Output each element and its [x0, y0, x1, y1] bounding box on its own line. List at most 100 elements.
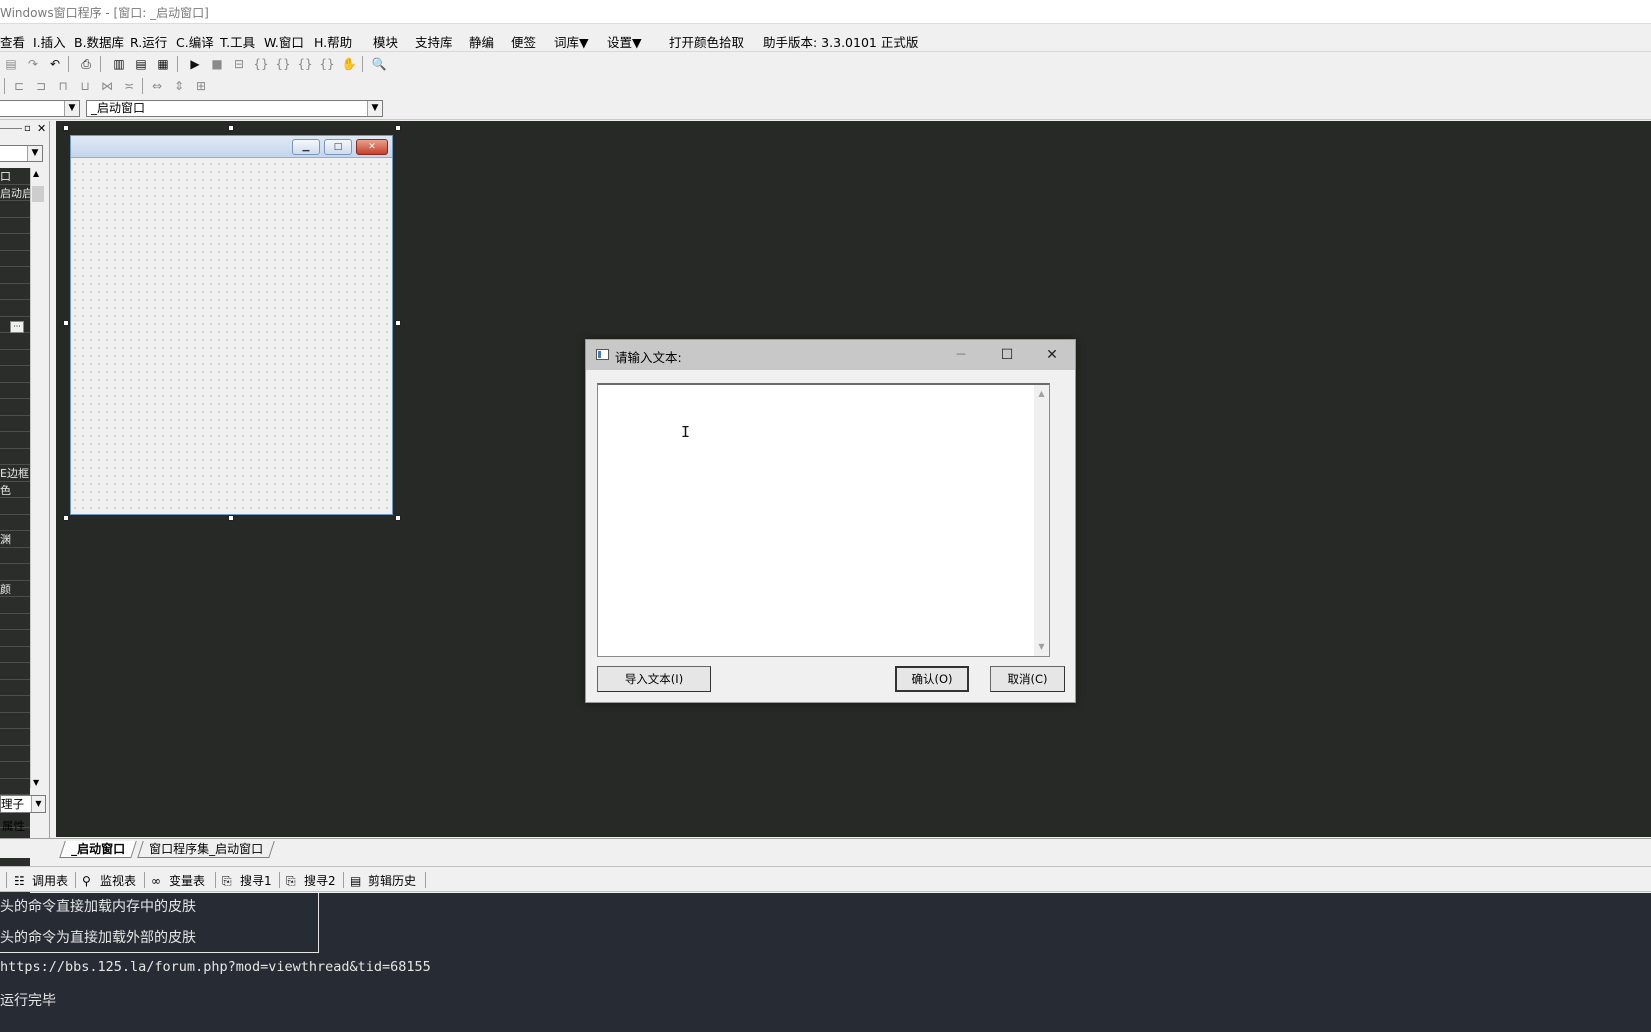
- scroll-up-icon[interactable]: ▲: [1034, 387, 1049, 401]
- property-row[interactable]: E边框: [0, 465, 30, 482]
- menu-lexicon[interactable]: 词库▼: [554, 32, 589, 51]
- menu-database[interactable]: B.数据库: [74, 32, 124, 51]
- output-link[interactable]: https://bbs.125.la/forum.php?mod=viewthr…: [0, 959, 431, 975]
- same-size-icon[interactable]: ⊞: [192, 77, 210, 95]
- property-row[interactable]: [0, 416, 30, 432]
- property-row[interactable]: [0, 713, 30, 729]
- menu-color-picker[interactable]: 打开颜色拾取: [669, 32, 744, 51]
- layout-left-icon[interactable]: ▥: [110, 55, 128, 73]
- watch-table-tab[interactable]: ⚲ 监视表: [82, 872, 136, 889]
- chevron-down-icon[interactable]: ▼: [27, 146, 42, 161]
- cancel-button[interactable]: 取消(C): [990, 666, 1065, 692]
- binoculars-icon[interactable]: 🔍: [370, 55, 388, 73]
- run-icon[interactable]: ▶: [186, 55, 204, 73]
- scroll-down-icon[interactable]: ▼: [1034, 640, 1049, 654]
- design-form[interactable]: ▁ □ ✕: [70, 135, 393, 515]
- menu-support-lib[interactable]: 支持库: [415, 32, 453, 51]
- property-row[interactable]: [0, 729, 30, 746]
- property-footer-tab[interactable]: 属性: [0, 817, 46, 836]
- restore-icon[interactable]: ▫: [24, 123, 31, 134]
- property-row[interactable]: [0, 630, 30, 647]
- menu-module[interactable]: 模块: [373, 32, 398, 51]
- run-to-cursor-icon[interactable]: {}: [318, 55, 336, 73]
- scroll-up-icon[interactable]: ▲: [33, 169, 39, 178]
- property-scrollbar[interactable]: ▲ ▼: [30, 168, 44, 788]
- property-row[interactable]: [0, 333, 30, 350]
- scroll-down-icon[interactable]: ▼: [33, 778, 39, 787]
- window-select-combo[interactable]: _启动窗口 ▼: [86, 100, 383, 117]
- property-row[interactable]: [0, 564, 30, 581]
- menu-static[interactable]: 静编: [469, 32, 494, 51]
- property-row[interactable]: [0, 251, 30, 267]
- property-row[interactable]: [0, 267, 30, 284]
- paste-icon[interactable]: ▤: [2, 55, 20, 73]
- property-row[interactable]: 启动启: [0, 185, 30, 201]
- property-row[interactable]: [0, 366, 30, 383]
- menu-notes[interactable]: 便签: [511, 32, 536, 51]
- resize-handle[interactable]: [63, 320, 69, 326]
- close-icon[interactable]: ✕: [37, 122, 46, 135]
- ok-button[interactable]: 确认(O): [895, 666, 969, 692]
- property-row[interactable]: [0, 498, 30, 515]
- step-icon[interactable]: ⊟: [230, 55, 248, 73]
- resize-handle[interactable]: [63, 125, 69, 131]
- import-text-button[interactable]: 导入文本(I): [597, 666, 711, 692]
- resize-handle[interactable]: [395, 320, 401, 326]
- chevron-down-icon[interactable]: ▼: [31, 796, 45, 812]
- close-icon[interactable]: ✕: [1038, 344, 1066, 366]
- chevron-down-icon[interactable]: ▼: [64, 101, 79, 116]
- dialog-text-area[interactable]: I ▲ ▼: [597, 383, 1050, 657]
- align-top-icon[interactable]: ⊓: [54, 77, 72, 95]
- property-row[interactable]: [0, 515, 30, 531]
- property-row[interactable]: [0, 284, 30, 300]
- variables-tab[interactable]: ∞ 变量表: [151, 872, 205, 889]
- chevron-down-icon[interactable]: ▼: [367, 101, 382, 116]
- property-row[interactable]: [0, 663, 30, 680]
- property-row[interactable]: [0, 234, 30, 251]
- step-into-icon[interactable]: {}: [252, 55, 270, 73]
- menu-run[interactable]: R.运行: [130, 32, 167, 51]
- property-row[interactable]: [0, 779, 30, 795]
- stop-icon[interactable]: ■: [208, 55, 226, 73]
- redo-icon[interactable]: ↷: [24, 55, 42, 73]
- step-over-icon[interactable]: {}: [274, 55, 292, 73]
- resize-handle[interactable]: [228, 515, 234, 521]
- object-type-combo[interactable]: ▼: [0, 100, 80, 117]
- property-row[interactable]: [0, 597, 30, 614]
- resize-handle[interactable]: [395, 515, 401, 521]
- property-row[interactable]: 色: [0, 482, 30, 498]
- property-row[interactable]: [0, 762, 30, 779]
- maximize-icon[interactable]: ☐: [993, 344, 1021, 366]
- align-center-icon[interactable]: ⊐: [32, 77, 50, 95]
- menu-insert[interactable]: I.插入: [33, 32, 66, 51]
- dialog-titlebar[interactable]: 请输入文本: ─ ☐ ✕: [586, 340, 1075, 370]
- same-height-icon[interactable]: ⇕: [170, 77, 188, 95]
- resize-handle[interactable]: [228, 125, 234, 131]
- menu-settings[interactable]: 设置▼: [607, 32, 642, 51]
- dialog-text-scrollbar[interactable]: ▲ ▼: [1034, 385, 1049, 656]
- undo-icon[interactable]: ↶: [46, 55, 64, 73]
- menu-tools[interactable]: T.工具: [220, 32, 255, 51]
- space-horizontal-icon[interactable]: ⋈: [98, 77, 116, 95]
- search2-tab[interactable]: ⎘ 搜寻2: [286, 872, 336, 889]
- menu-compile[interactable]: C.编译: [176, 32, 214, 51]
- scrollbar-thumb[interactable]: [32, 186, 44, 202]
- same-width-icon[interactable]: ⇔: [148, 77, 166, 95]
- property-object-combo[interactable]: ▼: [0, 145, 43, 162]
- align-middle-icon[interactable]: ⊔: [76, 77, 94, 95]
- step-out-icon[interactable]: {}: [296, 55, 314, 73]
- space-vertical-icon[interactable]: ≍: [120, 77, 138, 95]
- property-row[interactable]: [0, 350, 30, 366]
- property-row[interactable]: [0, 548, 30, 564]
- property-row[interactable]: [0, 680, 30, 696]
- layout-grid-icon[interactable]: ▦: [154, 55, 172, 73]
- property-row[interactable]: [0, 399, 30, 416]
- property-row[interactable]: [0, 201, 30, 218]
- property-row[interactable]: 颜: [0, 581, 30, 597]
- menu-window[interactable]: W.窗口: [264, 32, 304, 51]
- menu-view[interactable]: 查看: [0, 32, 25, 51]
- property-row[interactable]: [0, 432, 30, 449]
- output-pane[interactable]: 头的命令直接加载内存中的皮肤 头的命令为直接加载外部的皮肤 https://bb…: [0, 893, 1651, 1032]
- property-footer-combo[interactable]: 理子 ▼: [0, 795, 46, 813]
- property-row[interactable]: [0, 449, 30, 465]
